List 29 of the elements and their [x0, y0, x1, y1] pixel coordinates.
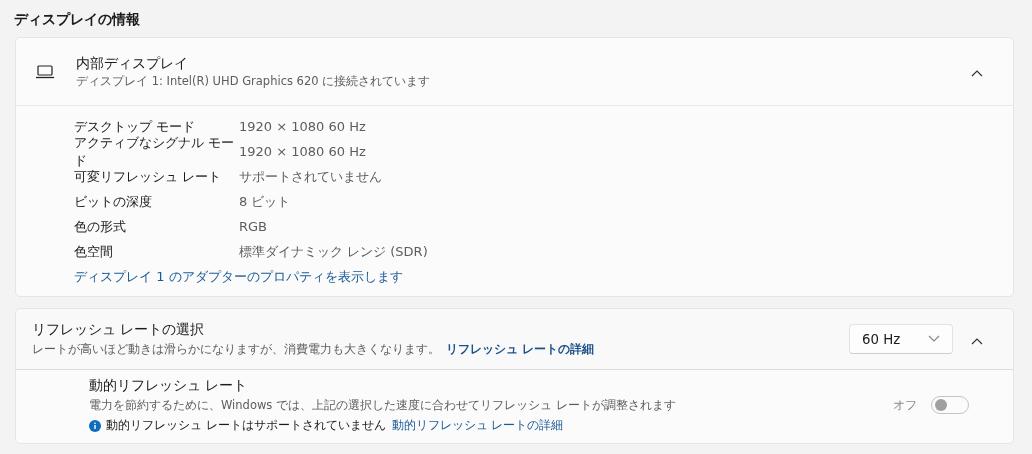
property-label: 可変リフレッシュ レート	[74, 167, 223, 186]
refresh-rate-dropdown[interactable]: 60 Hz	[849, 324, 953, 354]
property-label: デスクトップ モード	[74, 117, 197, 136]
property-value: RGB	[239, 219, 268, 234]
chevron-up-icon[interactable]	[971, 69, 983, 77]
property-label: 色の形式	[74, 217, 127, 236]
property-value: 標準ダイナミック レンジ (SDR)	[239, 242, 428, 261]
display-subtitle: ディスプレイ 1: Intel(R) UHD Graphics 620 に接続されています	[76, 73, 432, 89]
adapter-properties-link[interactable]: ディスプレイ 1 のアダプターのプロパティを表示します	[74, 268, 403, 286]
setting-title: 動的リフレッシュ レート	[89, 377, 249, 395]
details-link[interactable]: リフレッシュ レートの詳細	[446, 342, 594, 356]
property-label: ビットの深度	[74, 192, 153, 211]
toggle-state-label: オフ	[893, 396, 917, 414]
chevron-down-icon[interactable]	[928, 335, 940, 343]
laptop-icon	[34, 64, 56, 79]
section-description: レートが高いほど動きは滑らかになりますが、消費電力も大きくなります。 リフレッシュ レートの詳細	[32, 342, 595, 357]
notice-text: 動的リフレッシュ レートはサポートされていません	[106, 418, 386, 433]
setting-description: 電力を節約するために、Windows では、上記の選択した速度に合わせてリフレッシュ レートが調整されます	[89, 398, 677, 413]
chevron-up-icon[interactable]	[971, 336, 983, 345]
section-title: リフレッシュ レートの選択	[32, 321, 206, 339]
property-label: 色空間	[74, 242, 114, 261]
property-value: 1920 × 1080 60 Hz	[239, 119, 366, 134]
info-icon	[89, 419, 101, 432]
property-value: サポートされていません	[239, 167, 382, 186]
property-value: 1920 × 1080 60 Hz	[239, 144, 366, 159]
page-heading: ディスプレイの情報	[14, 10, 141, 29]
display-name: 内部ディスプレイ	[76, 54, 189, 73]
property-value: 8 ビット	[239, 192, 291, 211]
property-label: アクティブなシグナル モード	[74, 133, 236, 170]
